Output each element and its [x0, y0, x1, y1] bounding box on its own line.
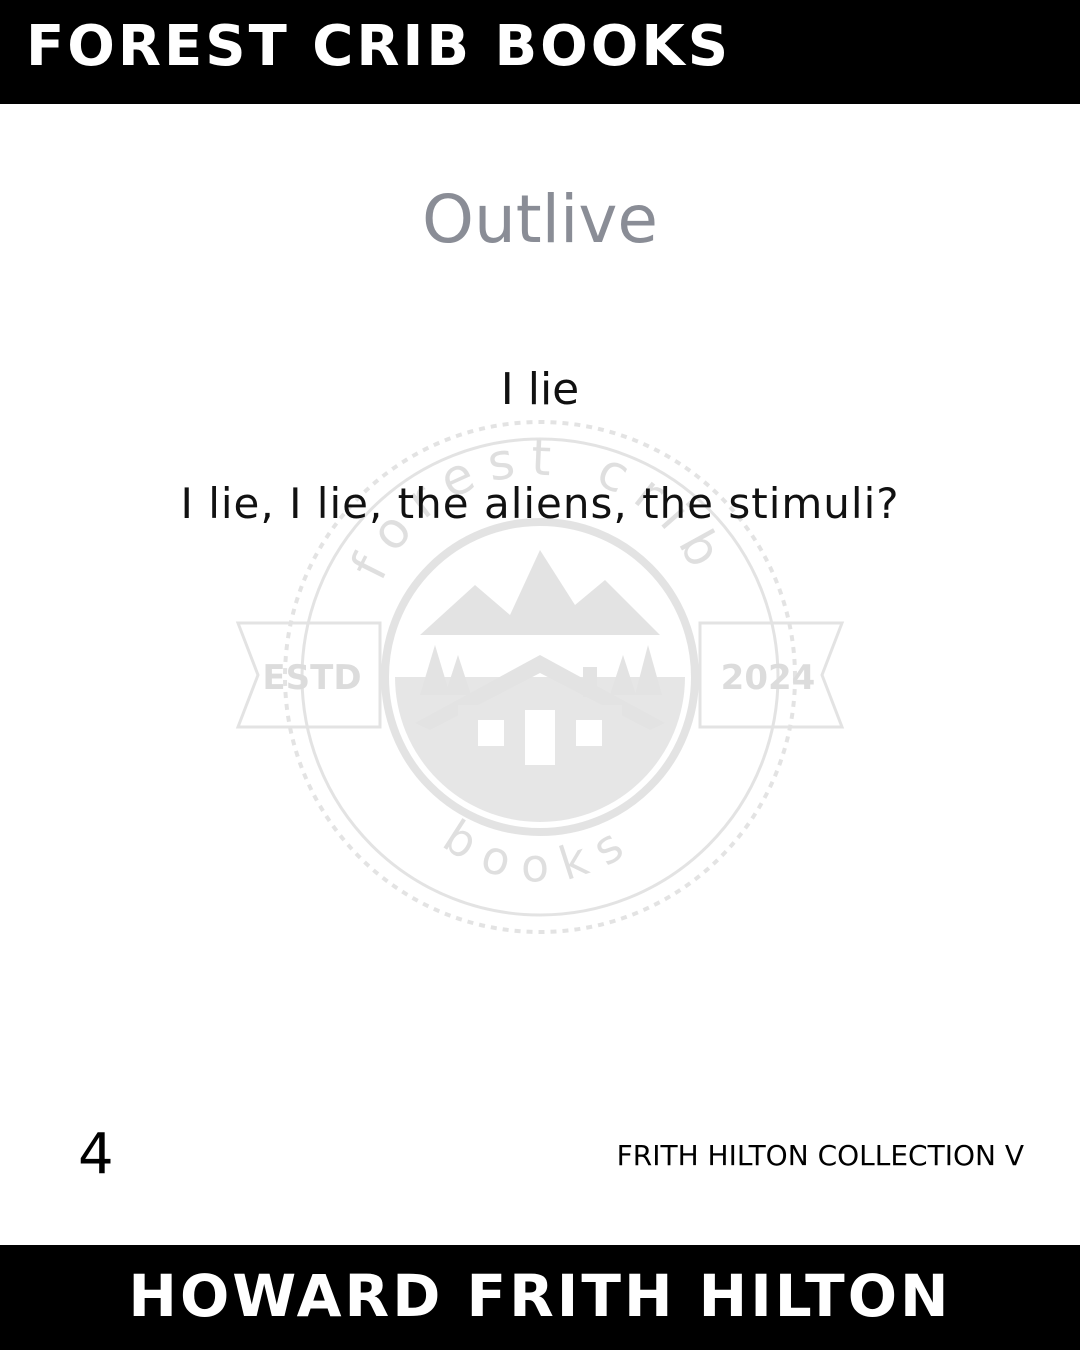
poem-title: Outlive [422, 181, 658, 258]
watermark-right-banner: 2024 [721, 658, 816, 698]
header-bar: FOREST CRIB BOOKS [0, 0, 1080, 104]
poem-line-1: I lie [500, 364, 580, 415]
book-page: FOREST CRIB BOOKS ESTD 2024 forest crib … [0, 0, 1080, 1350]
publisher-name: FOREST CRIB BOOKS [26, 14, 732, 79]
watermark-left-banner: ESTD [262, 658, 361, 698]
footer-bar: HOWARD FRITH HILTON [0, 1245, 1080, 1350]
poem-line-2: I lie, I lie, the aliens, the stimuli? [180, 479, 900, 528]
page-number: 4 [78, 1122, 114, 1187]
collection-name: FRITH HILTON COLLECTION V [616, 1139, 1024, 1172]
author-name: HOWARD FRITH HILTON [128, 1262, 952, 1330]
